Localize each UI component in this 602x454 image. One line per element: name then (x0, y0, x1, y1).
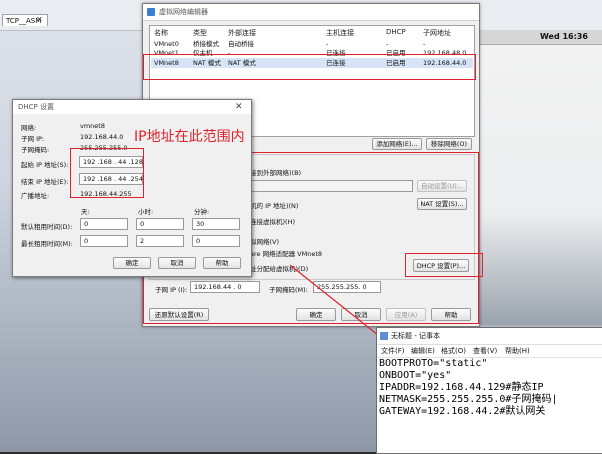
text-line: NETMASK=255.255.255.0#子网掩码| (379, 394, 558, 405)
notepad-icon (380, 332, 388, 340)
text-line: BOOTPROTO="static" (379, 358, 488, 369)
menu-help[interactable]: 帮助(H) (505, 345, 530, 357)
notepad-menubar: 文件(F) 编辑(E) 格式(O) 查看(V) 帮助(H) (377, 345, 602, 358)
notepad-title: 无标题 - 记事本 (391, 332, 440, 340)
menu-file[interactable]: 文件(F) (381, 345, 405, 357)
notepad-titlebar: 无标题 - 记事本 (377, 328, 602, 345)
text-line: ONBOOT="yes" (379, 370, 452, 381)
text-line: GATEWAY=192.168.44.2#默认网关 (379, 406, 546, 417)
text-line: IPADDR=192.168.44.129#静态IP (379, 382, 544, 393)
menu-edit[interactable]: 编辑(E) (411, 345, 435, 357)
menu-format[interactable]: 格式(O) (441, 345, 466, 357)
notepad-text-area[interactable]: BOOTPROTO="static" ONBOOT="yes" IPADDR=1… (379, 358, 599, 452)
menu-view[interactable]: 查看(V) (473, 345, 497, 357)
notepad-window: 无标题 - 记事本 文件(F) 编辑(E) 格式(O) 查看(V) 帮助(H) … (376, 327, 602, 454)
